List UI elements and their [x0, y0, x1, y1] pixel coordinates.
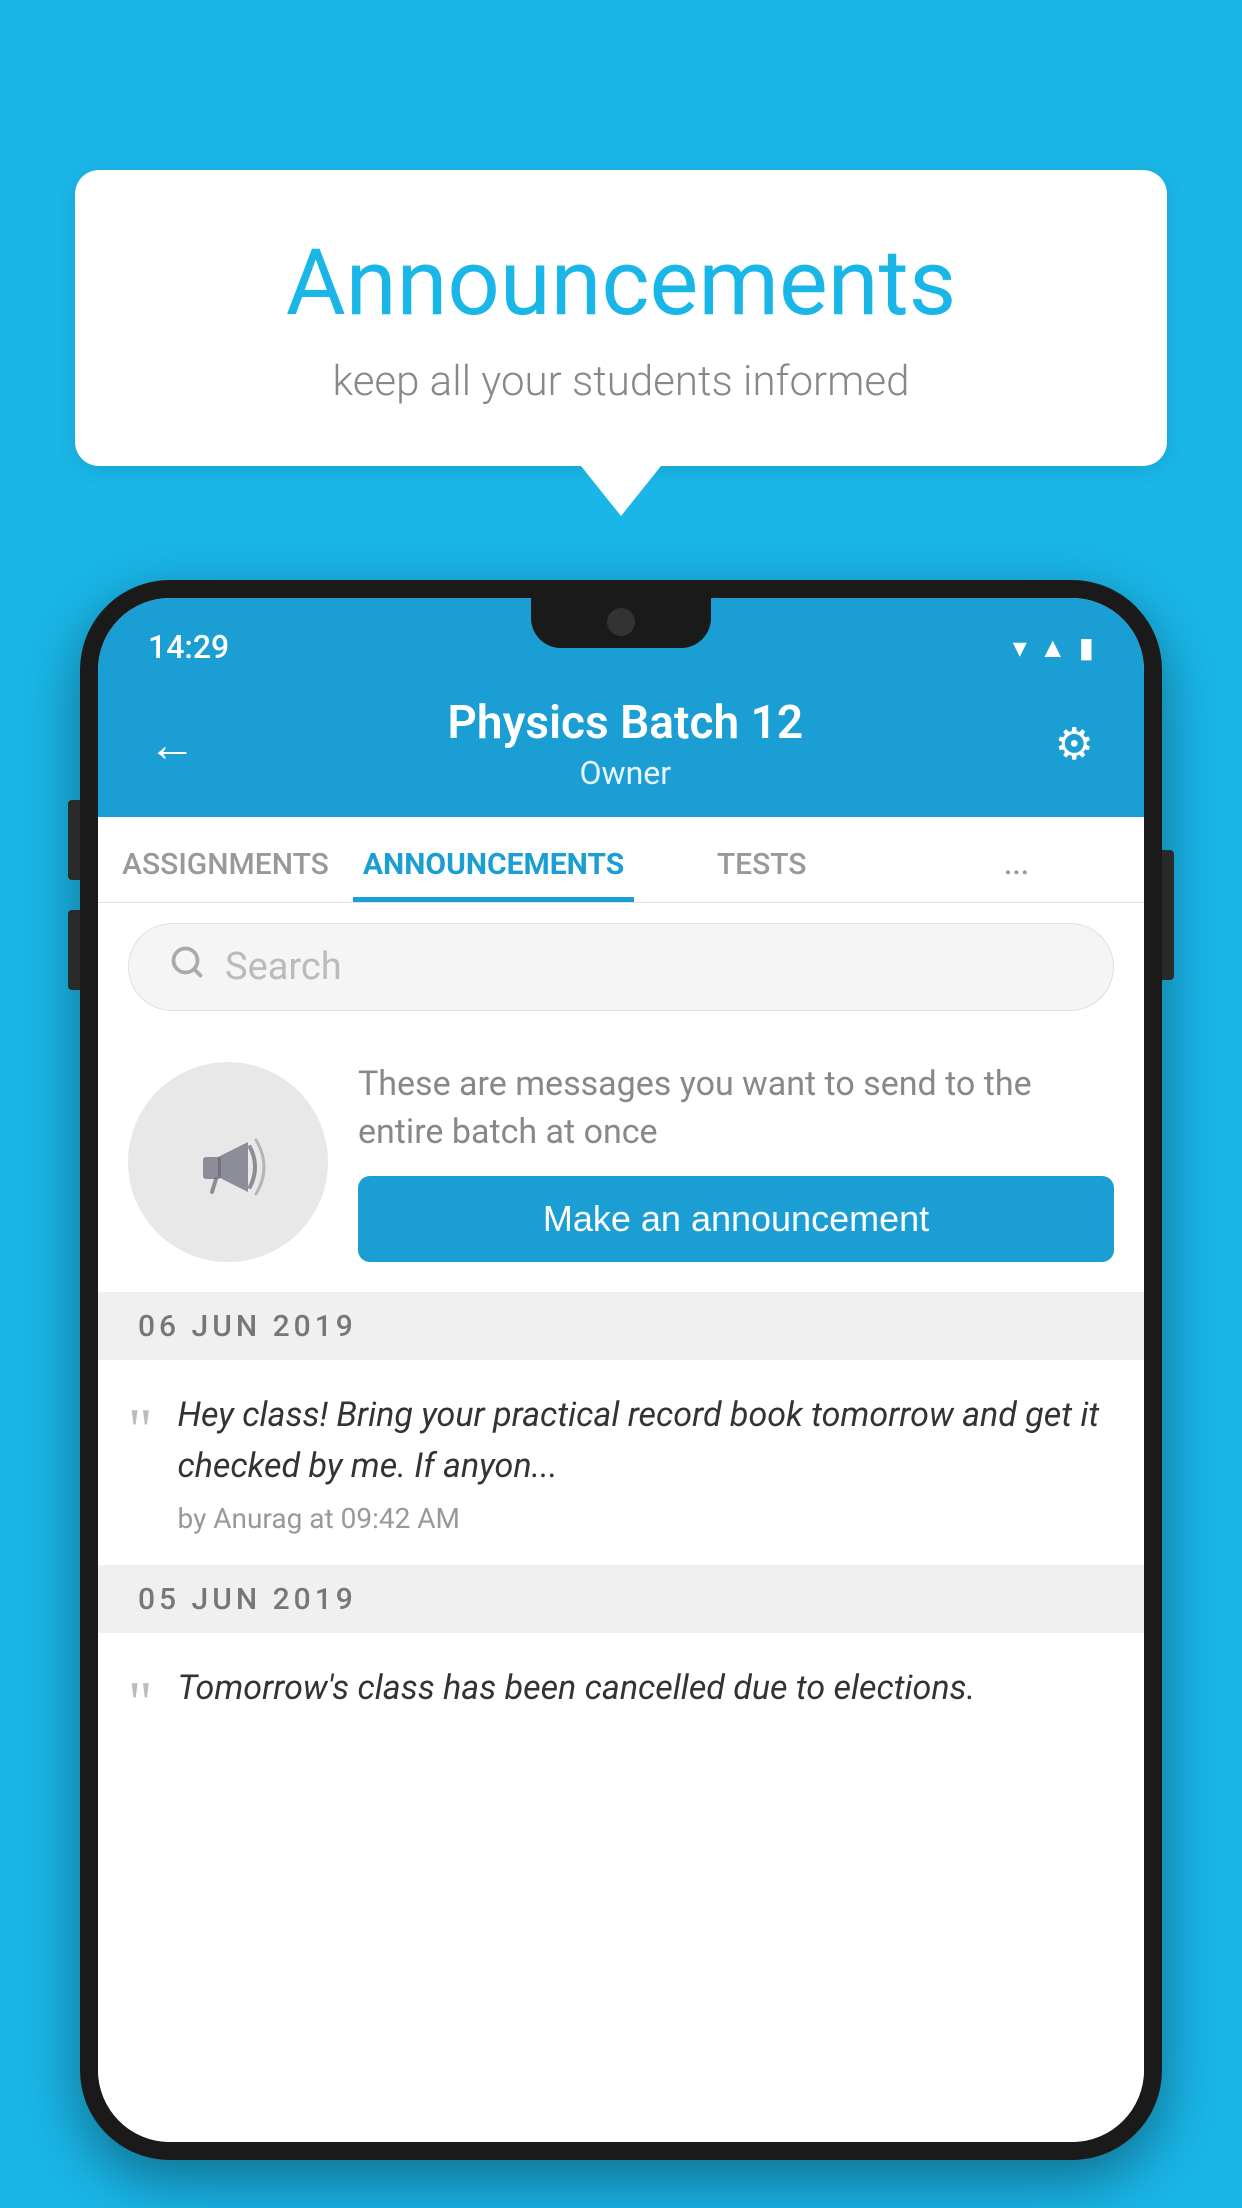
- announcement-icon-circle: [128, 1062, 328, 1262]
- side-button-volume-down: [68, 910, 80, 990]
- tab-more[interactable]: ...: [889, 817, 1144, 902]
- search-bar[interactable]: Search: [128, 923, 1114, 1011]
- search-placeholder: Search: [225, 945, 342, 989]
- phone-notch: [531, 598, 711, 648]
- search-container: Search: [98, 903, 1144, 1031]
- header-title: Physics Batch 12: [196, 696, 1055, 750]
- megaphone-icon: [178, 1112, 278, 1212]
- quote-icon-1: ": [128, 1400, 153, 1460]
- announcement-text-2: Tomorrow's class has been cancelled due …: [178, 1663, 1115, 1714]
- announcement-cta-right: These are messages you want to send to t…: [358, 1061, 1114, 1262]
- announcement-cta-text: These are messages you want to send to t…: [358, 1061, 1114, 1156]
- announcement-item-1[interactable]: " Hey class! Bring your practical record…: [98, 1360, 1144, 1566]
- header-center: Physics Batch 12 Owner: [196, 696, 1055, 792]
- content-area: Search: [98, 903, 1144, 2142]
- wifi-icon: ▾: [1013, 631, 1027, 664]
- app-header: ← Physics Batch 12 Owner ⚙: [98, 676, 1144, 817]
- announcement-content-2: Tomorrow's class has been cancelled due …: [178, 1663, 1115, 1724]
- bubble-subtitle: keep all your students informed: [155, 357, 1087, 406]
- announcement-item-2[interactable]: " Tomorrow's class has been cancelled du…: [98, 1633, 1144, 1763]
- speech-bubble-card: Announcements keep all your students inf…: [75, 170, 1167, 466]
- speech-bubble-arrow: [581, 466, 661, 516]
- tab-assignments[interactable]: ASSIGNMENTS: [98, 817, 353, 902]
- tab-tests[interactable]: TESTS: [634, 817, 889, 902]
- date-separator-2: 05 JUN 2019: [98, 1566, 1144, 1633]
- announcement-content-1: Hey class! Bring your practical record b…: [178, 1390, 1115, 1535]
- status-icons: ▾ ▲ ▮: [1013, 631, 1094, 664]
- phone-outer-shell: 14:29 ▾ ▲ ▮ ← Physics Batch 12 Owner ⚙: [80, 580, 1162, 2160]
- header-subtitle: Owner: [196, 754, 1055, 792]
- bubble-title: Announcements: [155, 230, 1087, 337]
- announcement-meta-1: by Anurag at 09:42 AM: [178, 1502, 1115, 1535]
- side-button-volume-up: [68, 800, 80, 880]
- back-button[interactable]: ←: [148, 716, 196, 773]
- phone-screen: 14:29 ▾ ▲ ▮ ← Physics Batch 12 Owner ⚙: [98, 598, 1144, 2142]
- signal-icon: ▲: [1039, 631, 1067, 664]
- tab-announcements[interactable]: ANNOUNCEMENTS: [353, 817, 634, 902]
- phone-mockup: 14:29 ▾ ▲ ▮ ← Physics Batch 12 Owner ⚙: [80, 580, 1162, 2208]
- side-button-power: [1162, 850, 1174, 980]
- announcement-text-1: Hey class! Bring your practical record b…: [178, 1390, 1115, 1492]
- battery-icon: ▮: [1079, 631, 1094, 664]
- announcement-cta-section: These are messages you want to send to t…: [98, 1031, 1144, 1293]
- make-announcement-button[interactable]: Make an announcement: [358, 1176, 1114, 1262]
- search-icon: [169, 944, 205, 990]
- front-camera: [607, 608, 635, 636]
- speech-bubble-section: Announcements keep all your students inf…: [75, 170, 1167, 516]
- tab-bar: ASSIGNMENTS ANNOUNCEMENTS TESTS ...: [98, 817, 1144, 903]
- settings-icon[interactable]: ⚙: [1055, 718, 1094, 770]
- date-separator-1: 06 JUN 2019: [98, 1293, 1144, 1360]
- quote-icon-2: ": [128, 1673, 153, 1733]
- status-time: 14:29: [148, 628, 229, 666]
